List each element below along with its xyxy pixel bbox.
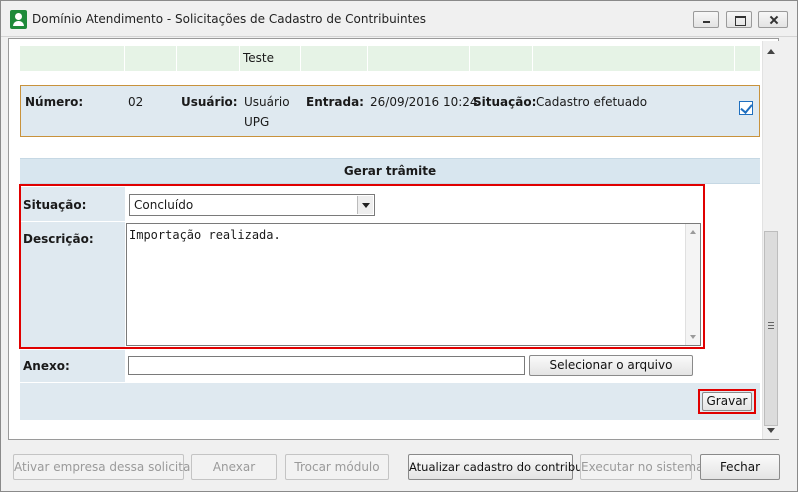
selected-record-row[interactable]: Número: 02 Usuário: Usuário UPG Entrada:… bbox=[20, 85, 760, 137]
update-contributor-button[interactable]: Atualizar cadastro do contribuinte bbox=[408, 454, 604, 480]
content-panel: Teste Número: 02 Usuário: Usuário UPG En… bbox=[8, 38, 779, 440]
anexo-label: Anexo: bbox=[23, 359, 70, 373]
usuario-label: Usuário: bbox=[181, 95, 238, 109]
situacao-record-value: Cadastro efetuado bbox=[536, 95, 648, 109]
anexo-input[interactable] bbox=[128, 356, 525, 375]
entrada-value: 26/09/2016 10:24 bbox=[370, 95, 478, 109]
section-title: Gerar trâmite bbox=[20, 158, 760, 184]
situacao-record-label: Situação: bbox=[473, 95, 537, 109]
activate-company-button[interactable]: Ativar empresa dessa solicitação bbox=[13, 454, 212, 480]
usuario-value-line1: Usuário bbox=[244, 95, 290, 109]
save-button[interactable]: Gravar bbox=[702, 392, 752, 411]
highlight-box-form bbox=[19, 184, 705, 349]
close-button[interactable]: Fechar bbox=[700, 454, 780, 480]
minimize-button[interactable] bbox=[693, 11, 719, 28]
title-bar[interactable]: Domínio Atendimento - Solicitações de Ca… bbox=[1, 1, 797, 37]
attach-button[interactable]: Anexar bbox=[191, 454, 277, 480]
change-module-button[interactable]: Trocar módulo bbox=[285, 454, 389, 480]
save-strip bbox=[20, 383, 760, 420]
panel-scrollbar[interactable] bbox=[762, 41, 779, 439]
select-file-button[interactable]: Selecionar o arquivo bbox=[529, 355, 693, 376]
scroll-down-icon[interactable] bbox=[767, 428, 775, 433]
usuario-value-line2: UPG bbox=[244, 115, 270, 129]
execute-system-button[interactable]: Executar no sistema bbox=[580, 454, 703, 480]
maximize-button[interactable] bbox=[726, 11, 752, 28]
numero-value: 02 bbox=[128, 95, 144, 109]
app-window: Domínio Atendimento - Solicitações de Ca… bbox=[0, 0, 798, 492]
app-user-icon bbox=[10, 10, 27, 29]
previous-record-text: Teste bbox=[243, 51, 275, 65]
record-checkbox-icon[interactable] bbox=[739, 101, 753, 115]
previous-record-row[interactable]: Teste bbox=[20, 46, 760, 71]
numero-label: Número: bbox=[25, 95, 84, 109]
scrollbar-thumb[interactable] bbox=[764, 231, 778, 426]
window-title: Domínio Atendimento - Solicitações de Ca… bbox=[32, 12, 426, 26]
scroll-up-icon[interactable] bbox=[767, 49, 775, 54]
entrada-label: Entrada: bbox=[306, 95, 364, 109]
close-window-button[interactable] bbox=[758, 11, 788, 28]
